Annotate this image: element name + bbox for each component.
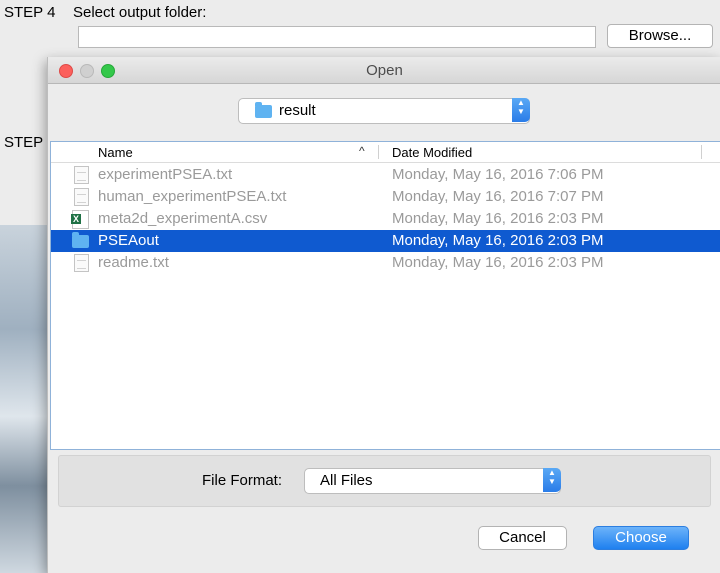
output-folder-field[interactable] [78,26,596,48]
file-row[interactable]: human_experimentPSEA.txt Monday, May 16,… [51,186,720,208]
folder-icon [255,102,272,118]
sort-ascending-icon: ^ [359,144,365,158]
browse-button[interactable]: Browse... [607,24,713,48]
open-dialog: Open result ▲ ▼ Name ^ Date Modified expe… [47,57,720,573]
location-popup[interactable]: result ▲ ▼ [238,98,530,124]
file-name: PSEAout [98,232,159,249]
dialog-title: Open [366,62,403,79]
text-file-icon [74,188,89,206]
column-divider[interactable] [378,145,379,159]
cancel-button[interactable]: Cancel [478,526,567,550]
file-name: readme.txt [98,254,169,271]
file-format-value: All Files [320,472,373,489]
file-name: human_experimentPSEA.txt [98,188,287,205]
file-row[interactable]: experimentPSEA.txt Monday, May 16, 2016 … [51,164,720,186]
file-list[interactable]: Name ^ Date Modified experimentPSEA.txt … [50,141,720,450]
date-column-header[interactable]: Date Modified [392,145,472,160]
file-format-label: File Format: [202,472,283,489]
file-name: meta2d_experimentA.csv [98,210,268,227]
updown-arrows-icon: ▲ ▼ [512,98,530,122]
updown-arrows-icon: ▲ ▼ [543,468,561,492]
file-row[interactable]: X meta2d_experimentA.csv Monday, May 16,… [51,208,720,230]
file-date: Monday, May 16, 2016 2:03 PM [392,232,604,249]
file-date: Monday, May 16, 2016 7:07 PM [392,188,604,205]
file-name: experimentPSEA.txt [98,166,233,183]
choose-button[interactable]: Choose [593,526,689,550]
step4-instruction: Select output folder: [73,4,207,21]
file-date: Monday, May 16, 2016 7:06 PM [392,166,604,183]
dialog-titlebar: Open [48,57,720,84]
text-file-icon [74,254,89,272]
file-date: Monday, May 16, 2016 2:03 PM [392,210,604,227]
file-row-selected[interactable]: PSEAout Monday, May 16, 2016 2:03 PM [51,230,720,252]
text-file-icon [74,166,89,184]
folder-icon [72,232,89,248]
excel-file-icon: X [71,210,89,229]
file-date: Monday, May 16, 2016 2:03 PM [392,254,604,271]
file-row[interactable]: readme.txt Monday, May 16, 2016 2:03 PM [51,252,720,274]
location-value: result [279,102,316,119]
column-divider[interactable] [701,145,702,159]
name-column-header[interactable]: Name [98,145,133,160]
file-list-header: Name ^ Date Modified [51,142,720,163]
file-format-popup[interactable]: All Files ▲ ▼ [304,468,561,494]
step4-label: STEP 4 [4,4,56,21]
file-format-panel: File Format: All Files ▲ ▼ [58,455,711,507]
